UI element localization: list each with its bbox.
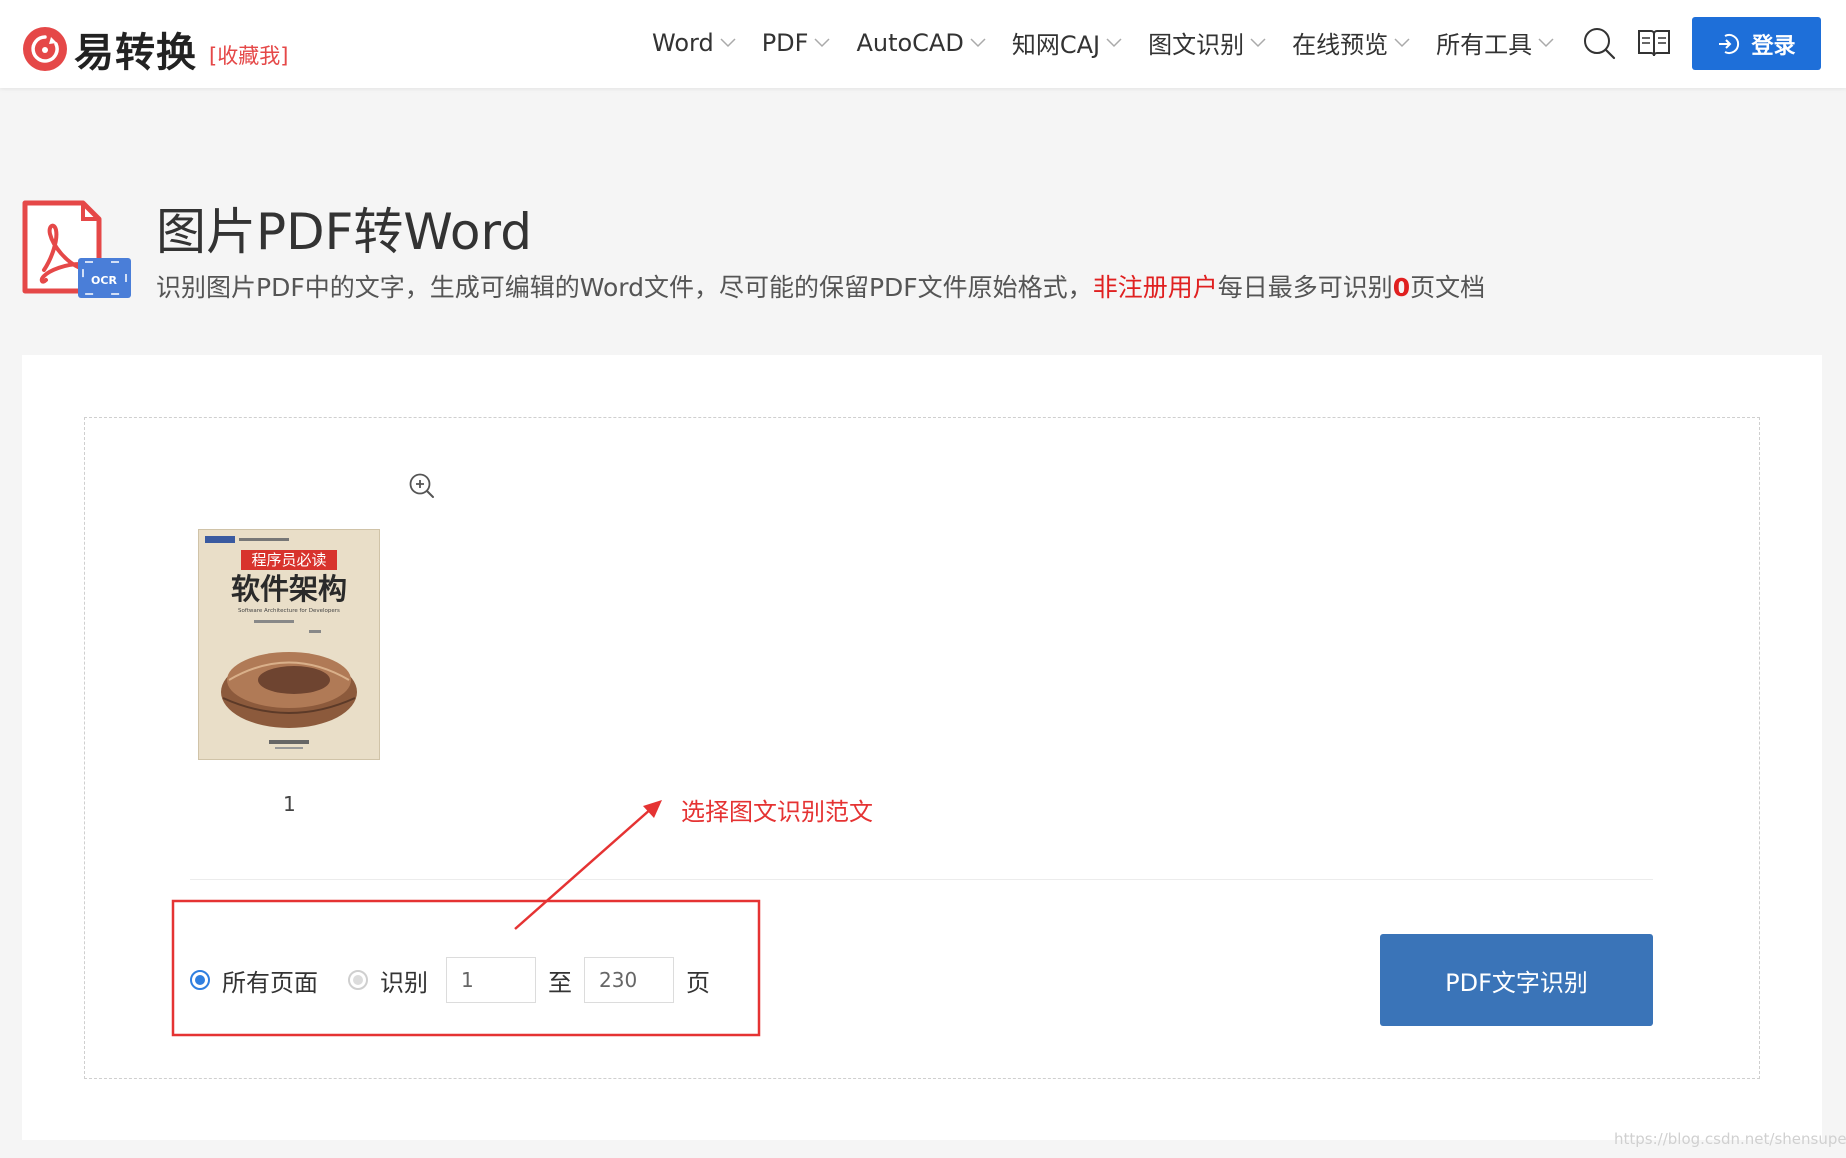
chevron-down-icon xyxy=(1538,37,1554,47)
desc-suffix: 页文档 xyxy=(1410,273,1486,302)
all-pages-label[interactable]: 所有页面 xyxy=(222,963,318,998)
desc-highlight: 非注册用户 xyxy=(1092,273,1218,302)
watermark: https://blog.csdn.net/shensuper xyxy=(1614,1130,1846,1148)
pdf-ocr-button[interactable]: PDF文字识别 xyxy=(1380,934,1653,1026)
range-from-input[interactable] xyxy=(446,957,536,1003)
nav-item-label: 所有工具 xyxy=(1436,31,1533,59)
favorite-link[interactable]: [收藏我] xyxy=(209,40,288,70)
login-icon xyxy=(1719,33,1740,54)
desc-count: 0 xyxy=(1392,273,1411,302)
range-to-input[interactable] xyxy=(584,957,674,1003)
zoom-in-icon[interactable] xyxy=(408,472,436,500)
pdf-ocr-icon: OCR xyxy=(22,200,131,298)
nav-item-ocr[interactable]: 图文识别 xyxy=(1148,25,1266,60)
book-icon[interactable] xyxy=(1637,28,1671,58)
chevron-down-icon xyxy=(1106,37,1122,47)
nav-item-label: 在线预览 xyxy=(1292,31,1389,59)
page-title: 图片PDF转Word xyxy=(156,203,532,261)
range-unit-label: 页 xyxy=(686,968,710,997)
search-icon[interactable] xyxy=(1582,26,1616,60)
login-button[interactable]: 登录 xyxy=(1692,17,1821,70)
desc-middle: 每日最多可识别 xyxy=(1217,273,1393,302)
recognize-label[interactable]: 识别 xyxy=(380,963,428,998)
main-nav: Word PDF AutoCAD 知网CAJ 图文识别 在线预览 所有工具 xyxy=(652,25,1580,60)
login-label: 登录 xyxy=(1751,33,1796,59)
nav-item-autocad[interactable]: AutoCAD xyxy=(856,28,986,57)
logo-text: 易转换 xyxy=(74,30,197,76)
page-thumbnail[interactable]: 程序员必读 软件架构 Software Architecture for Dev… xyxy=(198,529,380,760)
radio-page-range[interactable] xyxy=(348,970,368,990)
page-number: 1 xyxy=(283,792,296,816)
chevron-down-icon xyxy=(970,37,986,47)
nav-item-pdf[interactable]: PDF xyxy=(762,29,831,57)
book-cover-image: 程序员必读 软件架构 Software Architecture for Dev… xyxy=(199,530,379,759)
ocr-badge-text: OCR xyxy=(91,274,117,287)
chevron-down-icon xyxy=(1394,37,1410,47)
top-header: 易转换 [收藏我] Word PDF AutoCAD 知网CAJ 图文识别 在线… xyxy=(0,0,1846,88)
nav-item-caj[interactable]: 知网CAJ xyxy=(1012,25,1122,60)
logo-icon xyxy=(23,27,67,71)
desc-prefix: 识别图片PDF中的文字，生成可编辑的Word文件，尽可能的保留PDF文件原始格式… xyxy=(156,273,1093,302)
nav-item-preview[interactable]: 在线预览 xyxy=(1292,25,1410,60)
chevron-down-icon xyxy=(1250,37,1266,47)
nav-item-label: 知网CAJ xyxy=(1011,31,1101,59)
annotation-note: 选择图文识别范文 xyxy=(681,798,873,826)
page-description: 识别图片PDF中的文字，生成可编辑的Word文件，尽可能的保留PDF文件原始格式… xyxy=(156,268,1485,304)
section-divider xyxy=(190,879,1653,880)
chevron-down-icon xyxy=(814,37,830,47)
nav-item-label: PDF xyxy=(761,28,809,57)
nav-item-label: 图文识别 xyxy=(1148,31,1245,59)
cover-english: Software Architecture for Developers xyxy=(238,608,340,614)
nav-item-label: Word xyxy=(652,28,714,57)
site-logo[interactable]: 易转换 [收藏我] xyxy=(22,20,288,78)
cover-subtitle: 程序员必读 xyxy=(251,551,326,569)
page-range-selector: 所有页面 识别 至 页 xyxy=(190,955,722,1005)
nav-item-all-tools[interactable]: 所有工具 xyxy=(1436,25,1554,60)
chevron-down-icon xyxy=(720,37,736,47)
radio-all-pages[interactable] xyxy=(190,970,210,990)
nav-item-label: AutoCAD xyxy=(856,28,964,57)
range-to-label: 至 xyxy=(548,968,572,997)
cover-title: 软件架构 xyxy=(231,572,347,606)
nav-item-word[interactable]: Word xyxy=(652,29,736,57)
